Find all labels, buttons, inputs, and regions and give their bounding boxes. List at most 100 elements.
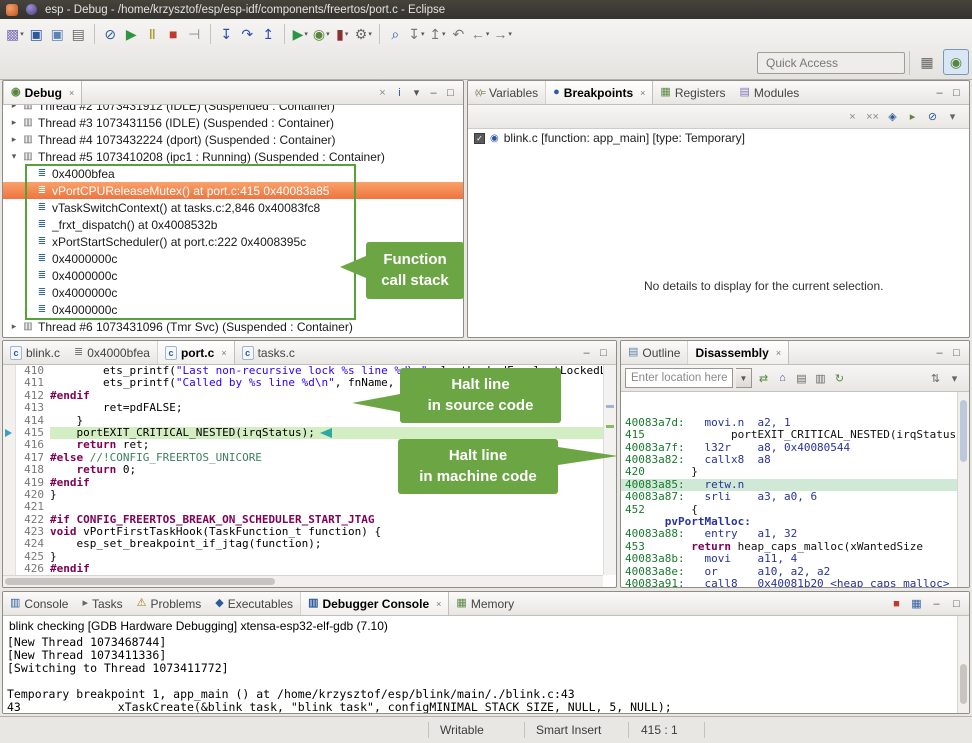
tab-variables[interactable]: (x)=Variables bbox=[468, 81, 545, 104]
minimize-icon[interactable]: – bbox=[931, 87, 948, 99]
remove-all-terminated-icon[interactable]: × bbox=[374, 87, 391, 99]
maximize-icon[interactable]: □ bbox=[442, 87, 459, 99]
scrollbar-thumb[interactable] bbox=[5, 578, 275, 585]
terminate-icon[interactable]: ■ bbox=[888, 598, 905, 610]
breakpoint-checkbox[interactable]: ✓ bbox=[474, 133, 485, 144]
tab-breakpoints[interactable]: ●Breakpoints× bbox=[545, 81, 653, 104]
scrollbar-thumb[interactable] bbox=[960, 664, 967, 704]
remove-breakpoint-icon[interactable]: × bbox=[844, 111, 861, 123]
forward-icon[interactable]: →▾ bbox=[491, 22, 514, 46]
search-icon[interactable]: ⌕ bbox=[385, 22, 406, 46]
new-wizard-icon[interactable]: ▩▾ bbox=[4, 22, 26, 46]
external-tools-icon[interactable]: ⚙▾ bbox=[353, 22, 374, 46]
minimize-icon[interactable]: – bbox=[931, 347, 948, 359]
tab-outline[interactable]: ▤Outline bbox=[621, 341, 687, 364]
refresh-icon[interactable]: ↻ bbox=[831, 372, 848, 385]
show-breakpoints-supported-icon[interactable]: ◈ bbox=[884, 110, 901, 123]
close-icon[interactable]: × bbox=[69, 88, 74, 98]
maximize-icon[interactable]: □ bbox=[948, 347, 965, 359]
code-line[interactable]: 424 esp_set_breakpoint_if_jtag(function)… bbox=[3, 538, 616, 550]
last-edit-location-icon[interactable]: ↶ bbox=[448, 22, 469, 46]
tab-disassembly[interactable]: Disassembly× bbox=[687, 341, 789, 364]
code-line[interactable]: 426#endif bbox=[3, 563, 616, 575]
tab-tasks[interactable]: ▸Tasks bbox=[75, 592, 129, 615]
expand-toggle-icon[interactable]: ▸ bbox=[7, 321, 21, 332]
disassembly-line[interactable]: 40083a91: call8 0x40081b20 <heap_caps_ma… bbox=[621, 578, 969, 587]
close-icon[interactable]: × bbox=[640, 88, 645, 98]
horizontal-scrollbar[interactable] bbox=[3, 575, 603, 587]
tab-debug[interactable]: ◉ Debug × bbox=[3, 81, 82, 104]
go-to-file-icon[interactable]: ▸ bbox=[904, 110, 921, 123]
back-icon[interactable]: ←▾ bbox=[469, 22, 492, 46]
save-icon[interactable]: ▣ bbox=[26, 22, 47, 46]
skip-all-breakpoints-icon[interactable]: ⊘ bbox=[924, 110, 941, 123]
suspend-icon[interactable]: ‖ bbox=[142, 22, 163, 46]
maximize-icon[interactable]: □ bbox=[948, 87, 965, 99]
view-menu-icon[interactable]: ▾ bbox=[408, 86, 425, 99]
perspective-debug-icon[interactable]: ◉ bbox=[943, 49, 969, 75]
perspective-workbench-icon[interactable]: ▦ bbox=[914, 49, 940, 75]
layout-icon[interactable]: ⇅ bbox=[927, 372, 944, 385]
vertical-scrollbar[interactable] bbox=[957, 392, 969, 587]
remove-all-breakpoints-icon[interactable]: ×× bbox=[864, 111, 881, 123]
maximize-icon[interactable]: □ bbox=[595, 347, 612, 359]
close-icon[interactable]: × bbox=[221, 348, 226, 358]
quick-access-input[interactable]: Quick Access bbox=[757, 52, 905, 74]
tab-problems[interactable]: ⚠Problems bbox=[130, 592, 209, 615]
show-symbols-icon[interactable]: ▥ bbox=[812, 372, 829, 385]
close-icon[interactable]: × bbox=[776, 348, 781, 358]
minimize-icon[interactable]: – bbox=[928, 598, 945, 610]
expand-toggle-icon[interactable]: ▸ bbox=[7, 105, 21, 111]
skip-all-breakpoints-icon[interactable]: ⊘ bbox=[100, 22, 121, 46]
tab-memory[interactable]: ▦Memory bbox=[449, 592, 521, 615]
tab-console[interactable]: ▥Console bbox=[3, 592, 75, 615]
breakpoints-list[interactable]: ✓◉blink.c [function: app_main] [type: Te… bbox=[468, 129, 969, 337]
home-icon[interactable]: ⌂ bbox=[774, 372, 791, 384]
run-icon[interactable]: ▶▾ bbox=[290, 22, 311, 46]
close-icon[interactable]: × bbox=[436, 599, 441, 609]
sync-context-icon[interactable]: ⇄ bbox=[755, 372, 772, 385]
thread-row[interactable]: ▾▥Thread #5 1073410208 (ipc1 : Running) … bbox=[3, 148, 463, 165]
minimize-icon[interactable]: – bbox=[578, 347, 595, 359]
display-console-icon[interactable]: ▦ bbox=[908, 597, 925, 610]
maximize-icon[interactable]: □ bbox=[948, 598, 965, 610]
instruction-stepping-icon[interactable]: i bbox=[391, 87, 408, 99]
show-source-icon[interactable]: ▤ bbox=[793, 372, 810, 385]
tab-blink-c[interactable]: cblink.c bbox=[3, 341, 67, 364]
tab-tasks-c[interactable]: ctasks.c bbox=[235, 341, 302, 364]
step-over-icon[interactable]: ↷ bbox=[237, 22, 258, 46]
location-input[interactable]: Enter location here bbox=[625, 368, 733, 388]
resume-icon[interactable]: ▶ bbox=[121, 22, 142, 46]
tab-modules[interactable]: ▤Modules bbox=[733, 81, 807, 104]
tab-0x4000bfea[interactable]: ≣0x4000bfea bbox=[67, 341, 157, 364]
thread-row[interactable]: ▸▥Thread #2 1073431912 (IDLE) (Suspended… bbox=[3, 105, 463, 114]
expand-toggle-icon[interactable]: ▸ bbox=[7, 117, 21, 128]
disassembly-menu-icon[interactable]: ▾ bbox=[946, 372, 963, 385]
save-all-icon[interactable]: ▣ bbox=[47, 22, 68, 46]
stack-frame-row[interactable]: ≣_frxt_dispatch() at 0x4008532b bbox=[3, 216, 463, 233]
minimize-icon[interactable]: – bbox=[425, 87, 442, 99]
coverage-icon[interactable]: ▮▾ bbox=[332, 22, 353, 46]
tab-executables[interactable]: ◆Executables bbox=[208, 592, 300, 615]
stack-frame-row[interactable]: ≣0x4000000c bbox=[3, 301, 463, 318]
code-line[interactable]: 425} bbox=[3, 551, 616, 563]
tab-port-c[interactable]: cport.c× bbox=[157, 341, 235, 364]
location-dropdown-icon[interactable]: ▼ bbox=[736, 368, 752, 388]
console-output[interactable]: blink checking [GDB Hardware Debugging] … bbox=[3, 616, 969, 713]
tab-registers[interactable]: ▦Registers bbox=[653, 81, 732, 104]
stack-frame-row[interactable]: ≣vTaskSwitchContext() at tasks.c:2,846 0… bbox=[3, 199, 463, 216]
terminate-icon[interactable]: ■ bbox=[163, 22, 184, 46]
thread-row[interactable]: ▸▥Thread #3 1073431156 (IDLE) (Suspended… bbox=[3, 114, 463, 131]
debug-thread-tree[interactable]: ▸▥Thread #2 1073431912 (IDLE) (Suspended… bbox=[3, 105, 463, 337]
print-icon[interactable]: ▤ bbox=[68, 22, 89, 46]
thread-row[interactable]: ▸▥Thread #6 1073431096 (Tmr Svc) (Suspen… bbox=[3, 318, 463, 335]
step-return-icon[interactable]: ↥ bbox=[258, 22, 279, 46]
breakpoint-item[interactable]: ✓◉blink.c [function: app_main] [type: Te… bbox=[468, 129, 969, 147]
scrollbar-thumb[interactable] bbox=[960, 400, 967, 462]
step-into-icon[interactable]: ↧ bbox=[216, 22, 237, 46]
stack-frame-row[interactable]: ≣0x4000bfea bbox=[3, 165, 463, 182]
debug-icon[interactable]: ◉▾ bbox=[311, 22, 332, 46]
overview-ruler[interactable] bbox=[603, 365, 616, 575]
breakpoints-menu-icon[interactable]: ▾ bbox=[944, 110, 961, 123]
thread-row[interactable]: ▸▥Thread #4 1073432224 (dport) (Suspende… bbox=[3, 131, 463, 148]
